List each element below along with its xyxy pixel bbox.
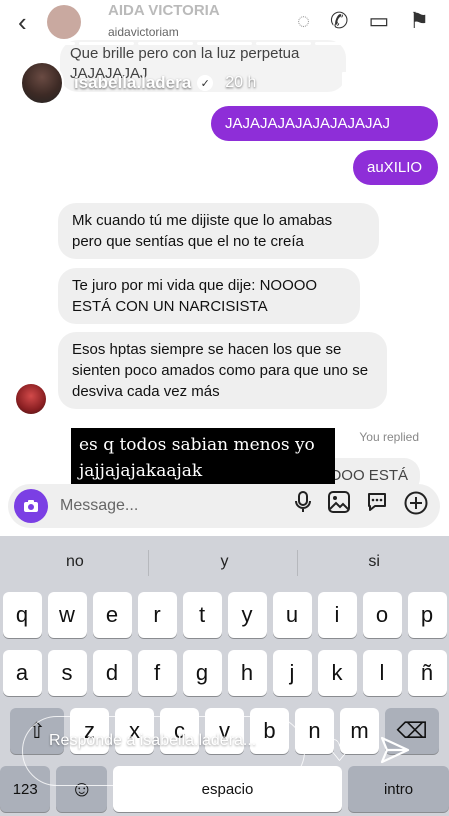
progress-segment	[20, 42, 75, 45]
progress-segment	[315, 42, 370, 45]
key-h[interactable]: h	[227, 650, 267, 696]
pause-icon[interactable]	[342, 72, 357, 92]
key-row-1: q w e r t y u i o p	[0, 592, 449, 638]
flag-icon[interactable]: ⚑	[409, 8, 429, 34]
key-e[interactable]: e	[92, 592, 132, 638]
message-composer	[8, 484, 440, 528]
story-reply-input[interactable]: Responde a isabella.ladera...	[22, 716, 305, 786]
caption-line: es q todos sabian menos yo	[79, 435, 315, 455]
story-header: isabella.ladera ✓ 20 h •••	[20, 60, 430, 106]
send-icon[interactable]	[380, 736, 410, 769]
key-u[interactable]: u	[272, 592, 312, 638]
key-o[interactable]: o	[362, 592, 402, 638]
sender-avatar[interactable]	[16, 384, 46, 414]
key-l[interactable]: l	[362, 650, 402, 696]
key-j[interactable]: j	[272, 650, 312, 696]
message-input[interactable]	[60, 497, 250, 515]
progress-segment	[374, 42, 429, 45]
more-options-icon[interactable]: •••	[382, 68, 411, 94]
story-progress	[20, 42, 429, 45]
key-g[interactable]: g	[182, 650, 222, 696]
key-p[interactable]: p	[407, 592, 447, 638]
progress-segment	[79, 42, 134, 45]
suggestion-item[interactable]: si	[299, 536, 449, 588]
key-d[interactable]: d	[92, 650, 132, 696]
outgoing-message: JAJAJAJAJAJAJAJAJAJ	[211, 106, 438, 141]
outgoing-message: auXILIO	[353, 150, 438, 185]
key-t[interactable]: t	[182, 592, 222, 638]
camera-icon[interactable]	[14, 489, 48, 523]
verified-badge-icon: ✓	[197, 75, 214, 91]
story-avatar[interactable]	[20, 61, 64, 105]
story-caption: es q todos sabian menos yo jajjajajakaaj…	[71, 428, 335, 488]
back-arrow-icon[interactable]: ‹	[18, 7, 27, 38]
story-time: 20 h	[225, 74, 257, 91]
chat-contact-username: aidavictoriam	[108, 25, 179, 39]
progress-segment	[256, 42, 311, 45]
heart-icon[interactable]: ♡	[326, 734, 353, 769]
progress-segment	[138, 42, 193, 45]
key-r[interactable]: r	[137, 592, 177, 638]
add-icon[interactable]	[404, 491, 428, 521]
key-a[interactable]: a	[2, 650, 42, 696]
screen: ‹ AIDA VICTORIA aidavictoriam ◌ ✆ ▭ ⚑ Qu…	[0, 0, 449, 816]
video-icon[interactable]: ◌	[297, 8, 310, 34]
chat-avatar[interactable]	[46, 5, 81, 39]
incoming-message: Te juro por mi vida que dije: NOOOO ESTÁ…	[58, 268, 360, 324]
microphone-icon[interactable]	[294, 491, 312, 521]
chat-header-icons: ◌ ✆ ▭ ⚑	[297, 8, 429, 34]
incoming-message: Mk cuando tú me dijiste que lo amabas pe…	[58, 203, 379, 259]
key-k[interactable]: k	[317, 650, 357, 696]
you-replied-label: You replied	[359, 430, 419, 444]
key-f[interactable]: f	[137, 650, 177, 696]
key-row-2: a s d f g h j k l ñ	[0, 650, 449, 696]
return-key[interactable]: intro	[348, 766, 449, 812]
key-s[interactable]: s	[47, 650, 87, 696]
suggestion-item[interactable]: no	[0, 536, 150, 588]
composer-icons	[294, 491, 428, 521]
story-username[interactable]: isabella.ladera	[74, 73, 191, 93]
key-q[interactable]: q	[2, 592, 42, 638]
suggestion-item[interactable]: y	[150, 536, 300, 588]
video-call-icon[interactable]: ▭	[368, 8, 389, 34]
key-i[interactable]: i	[317, 592, 357, 638]
key-w[interactable]: w	[47, 592, 87, 638]
progress-segment	[197, 42, 252, 45]
key-enye[interactable]: ñ	[407, 650, 447, 696]
incoming-message: Esos hptas siempre se hacen los que se s…	[58, 332, 387, 409]
gallery-icon[interactable]	[328, 491, 350, 521]
caption-line: jajjajajakaajak	[79, 461, 203, 481]
chat-contact-name: AIDA VICTORIA	[108, 2, 220, 19]
suggestion-bar: no y si	[0, 536, 449, 588]
divider	[297, 550, 298, 576]
divider	[148, 550, 149, 576]
key-y[interactable]: y	[227, 592, 267, 638]
phone-icon[interactable]: ✆	[330, 8, 348, 34]
sticker-icon[interactable]	[366, 491, 388, 521]
